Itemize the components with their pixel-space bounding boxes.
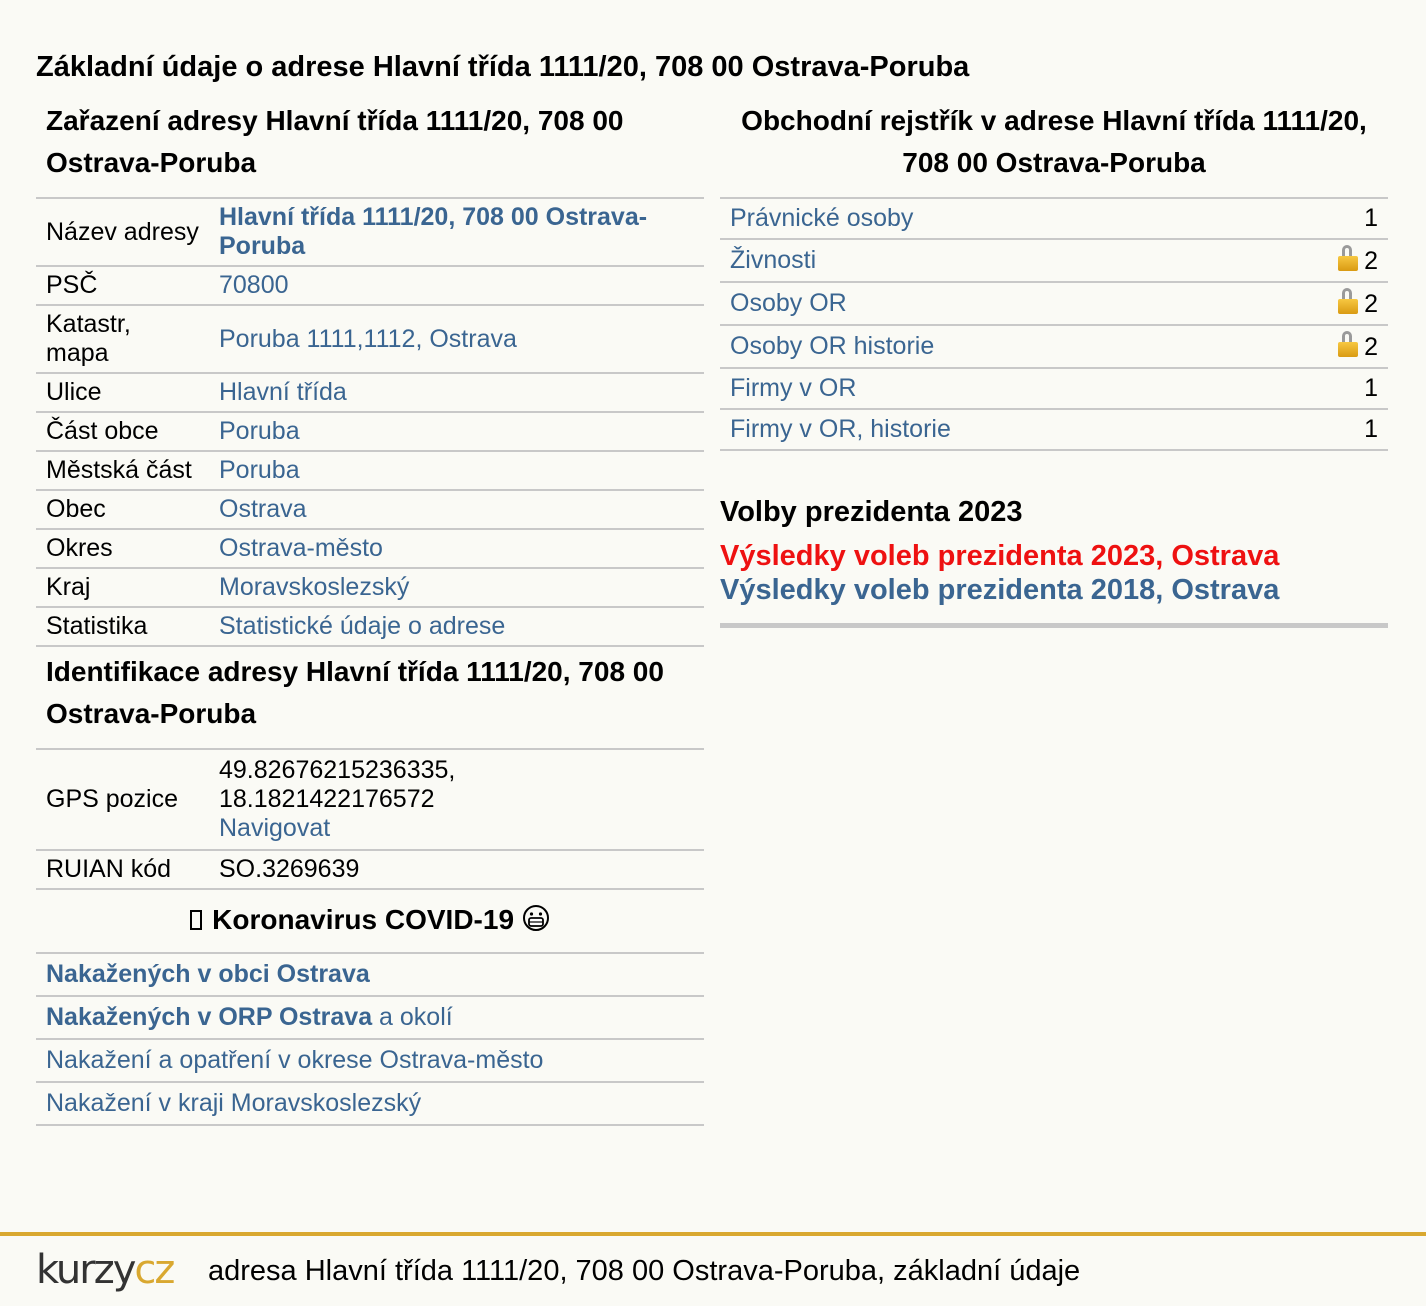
mestska-cast-link[interactable]: Poruba (219, 456, 300, 484)
row-label-cast-obce: Část obce (36, 412, 209, 452)
gps-lat: 49.82676215236335, (219, 756, 456, 784)
table-row: Okres Ostrava-město (36, 529, 704, 569)
psc-link[interactable]: 70800 (219, 271, 289, 299)
osoby-or-count: 2 (1364, 290, 1378, 318)
covid-title-text: Koronavirus COVID-19 (212, 904, 515, 935)
pravnicke-osoby-link[interactable]: Právnické osoby (730, 204, 913, 232)
table-row: GPS pozice 49.82676215236335, 18.1821422… (36, 750, 704, 851)
gps-lon: 18.1821422176572 (219, 785, 435, 813)
kraj-link[interactable]: Moravskoslezský (219, 573, 409, 601)
kurzy-logo[interactable]: kurzycz (36, 1246, 175, 1294)
ulice-link[interactable]: Hlavní třída (219, 378, 347, 406)
identifikace-table: GPS pozice 49.82676215236335, 18.1821422… (36, 750, 704, 890)
row-label-okres: Okres (36, 529, 209, 569)
covid-okres-link[interactable]: Nakažení a opatření v okrese Ostrava-měs… (46, 1046, 543, 1074)
row-label-psc: PSČ (36, 266, 209, 306)
lock-icon (1338, 288, 1359, 314)
row-label-kraj: Kraj (36, 568, 209, 608)
pravnicke-osoby-count: 1 (1288, 199, 1388, 240)
zivnosti-link[interactable]: Živnosti (730, 246, 816, 274)
zivnosti-count: 2 (1364, 247, 1378, 275)
volby-title: Volby prezidenta 2023 (720, 496, 1023, 528)
firmy-or-link[interactable]: Firmy v OR (730, 374, 856, 402)
table-row: Osoby OR 2 (720, 282, 1388, 326)
row-label-obec: Obec (36, 490, 209, 530)
identifikace-title: Identifikace adresy Hlavní třída 1111/20… (36, 647, 704, 750)
covid-kraj-link[interactable]: Nakažení v kraji Moravskoslezský (46, 1089, 421, 1117)
table-row: Statistika Statistické údaje o adrese (36, 607, 704, 647)
logo-kurzy-text: kurzy (36, 1247, 136, 1293)
table-row: Nakažených v obci Ostrava (36, 954, 704, 997)
table-row: Osoby OR historie 2 (720, 325, 1388, 369)
table-row: Městská část Poruba (36, 451, 704, 491)
osoby-or-historie-count: 2 (1364, 333, 1378, 361)
table-row: Nakažení a opatření v okrese Ostrava-měs… (36, 1039, 704, 1083)
volby-2023-link[interactable]: Výsledky voleb prezidenta 2023, Ostrava (720, 539, 1388, 573)
row-label-ulice: Ulice (36, 373, 209, 413)
covid-section-title: Koronavirus COVID-19 (36, 890, 704, 954)
statistika-link[interactable]: Statistické údaje o adrese (219, 612, 505, 640)
firmy-or-count: 1 (1288, 368, 1388, 410)
table-row: Část obce Poruba (36, 412, 704, 452)
table-row: RUIAN kód SO.3269639 (36, 850, 704, 890)
address-name-link[interactable]: Hlavní třída 1111/20, 708 00 Ostrava-Por… (219, 203, 647, 260)
logo-cz-text: cz (134, 1247, 175, 1293)
right-column: Obchodní rejstřík v adrese Hlavní třída … (720, 100, 1388, 628)
footer-text: adresa Hlavní třída 1111/20, 708 00 Ostr… (208, 1255, 1081, 1287)
row-label-katastr: Katastr, mapa (36, 305, 209, 374)
firmy-or-historie-link[interactable]: Firmy v OR, historie (730, 415, 951, 443)
covid-table: Nakažených v obci Ostrava Nakažených v O… (36, 954, 704, 1126)
firmy-or-historie-count: 1 (1288, 409, 1388, 451)
table-row: Živnosti 2 (720, 239, 1388, 283)
face-mask-icon (522, 905, 549, 931)
lock-icon (1338, 331, 1359, 357)
covid-orp-link[interactable]: Nakažených v ORP Ostrava (46, 1003, 372, 1031)
left-column: Zařazení adresy Hlavní třída 1111/20, 70… (36, 100, 704, 1126)
ruian-label: RUIAN kód (36, 850, 209, 890)
okres-link[interactable]: Ostrava-město (219, 534, 383, 562)
katastr-link[interactable]: Poruba 1111,1112, Ostrava (219, 325, 517, 353)
table-row: Katastr, mapa Poruba 1111,1112, Ostrava (36, 305, 704, 374)
table-row: Firmy v OR, historie 1 (720, 409, 1388, 451)
zarazeni-title: Zařazení adresy Hlavní třída 1111/20, 70… (36, 100, 704, 199)
virus-icon (190, 910, 203, 930)
volby-divider (720, 623, 1388, 628)
footer: kurzycz adresa Hlavní třída 1111/20, 708… (0, 1232, 1426, 1306)
lock-icon (1338, 245, 1359, 271)
table-row: Kraj Moravskoslezský (36, 568, 704, 608)
osoby-or-link[interactable]: Osoby OR (730, 289, 847, 317)
row-label-statistika: Statistika (36, 607, 209, 647)
navigate-link[interactable]: Navigovat (219, 814, 330, 842)
ruian-value: SO.3269639 (209, 850, 704, 890)
table-row: Obec Ostrava (36, 490, 704, 530)
covid-obec-link[interactable]: Nakažených v obci Ostrava (46, 960, 370, 988)
row-label-mestska-cast: Městská část (36, 451, 209, 491)
table-row: Nakažení v kraji Moravskoslezský (36, 1082, 704, 1126)
page-title: Základní údaje o adrese Hlavní třída 111… (36, 51, 970, 83)
covid-orp-suffix: a okolí (372, 1003, 453, 1031)
osoby-or-historie-link[interactable]: Osoby OR historie (730, 332, 934, 360)
volby-2018-link[interactable]: Výsledky voleb prezidenta 2018, Ostrava (720, 573, 1388, 607)
table-row: Název adresy Hlavní třída 1111/20, 708 0… (36, 199, 704, 267)
cast-obce-link[interactable]: Poruba (219, 417, 300, 445)
gps-label: GPS pozice (36, 750, 209, 851)
table-row: Firmy v OR 1 (720, 368, 1388, 410)
zarazeni-table: Název adresy Hlavní třída 1111/20, 708 0… (36, 199, 704, 647)
table-row: PSČ 70800 (36, 266, 704, 306)
rejstrik-title: Obchodní rejstřík v adrese Hlavní třída … (720, 100, 1388, 199)
rejstrik-table: Právnické osoby 1 Živnosti 2 Osoby OR 2 … (720, 199, 1388, 451)
table-row: Právnické osoby 1 (720, 199, 1388, 240)
table-row: Ulice Hlavní třída (36, 373, 704, 413)
row-label-nazev: Název adresy (36, 199, 209, 267)
obec-link[interactable]: Ostrava (219, 495, 307, 523)
table-row: Nakažených v ORP Ostrava a okolí (36, 996, 704, 1040)
